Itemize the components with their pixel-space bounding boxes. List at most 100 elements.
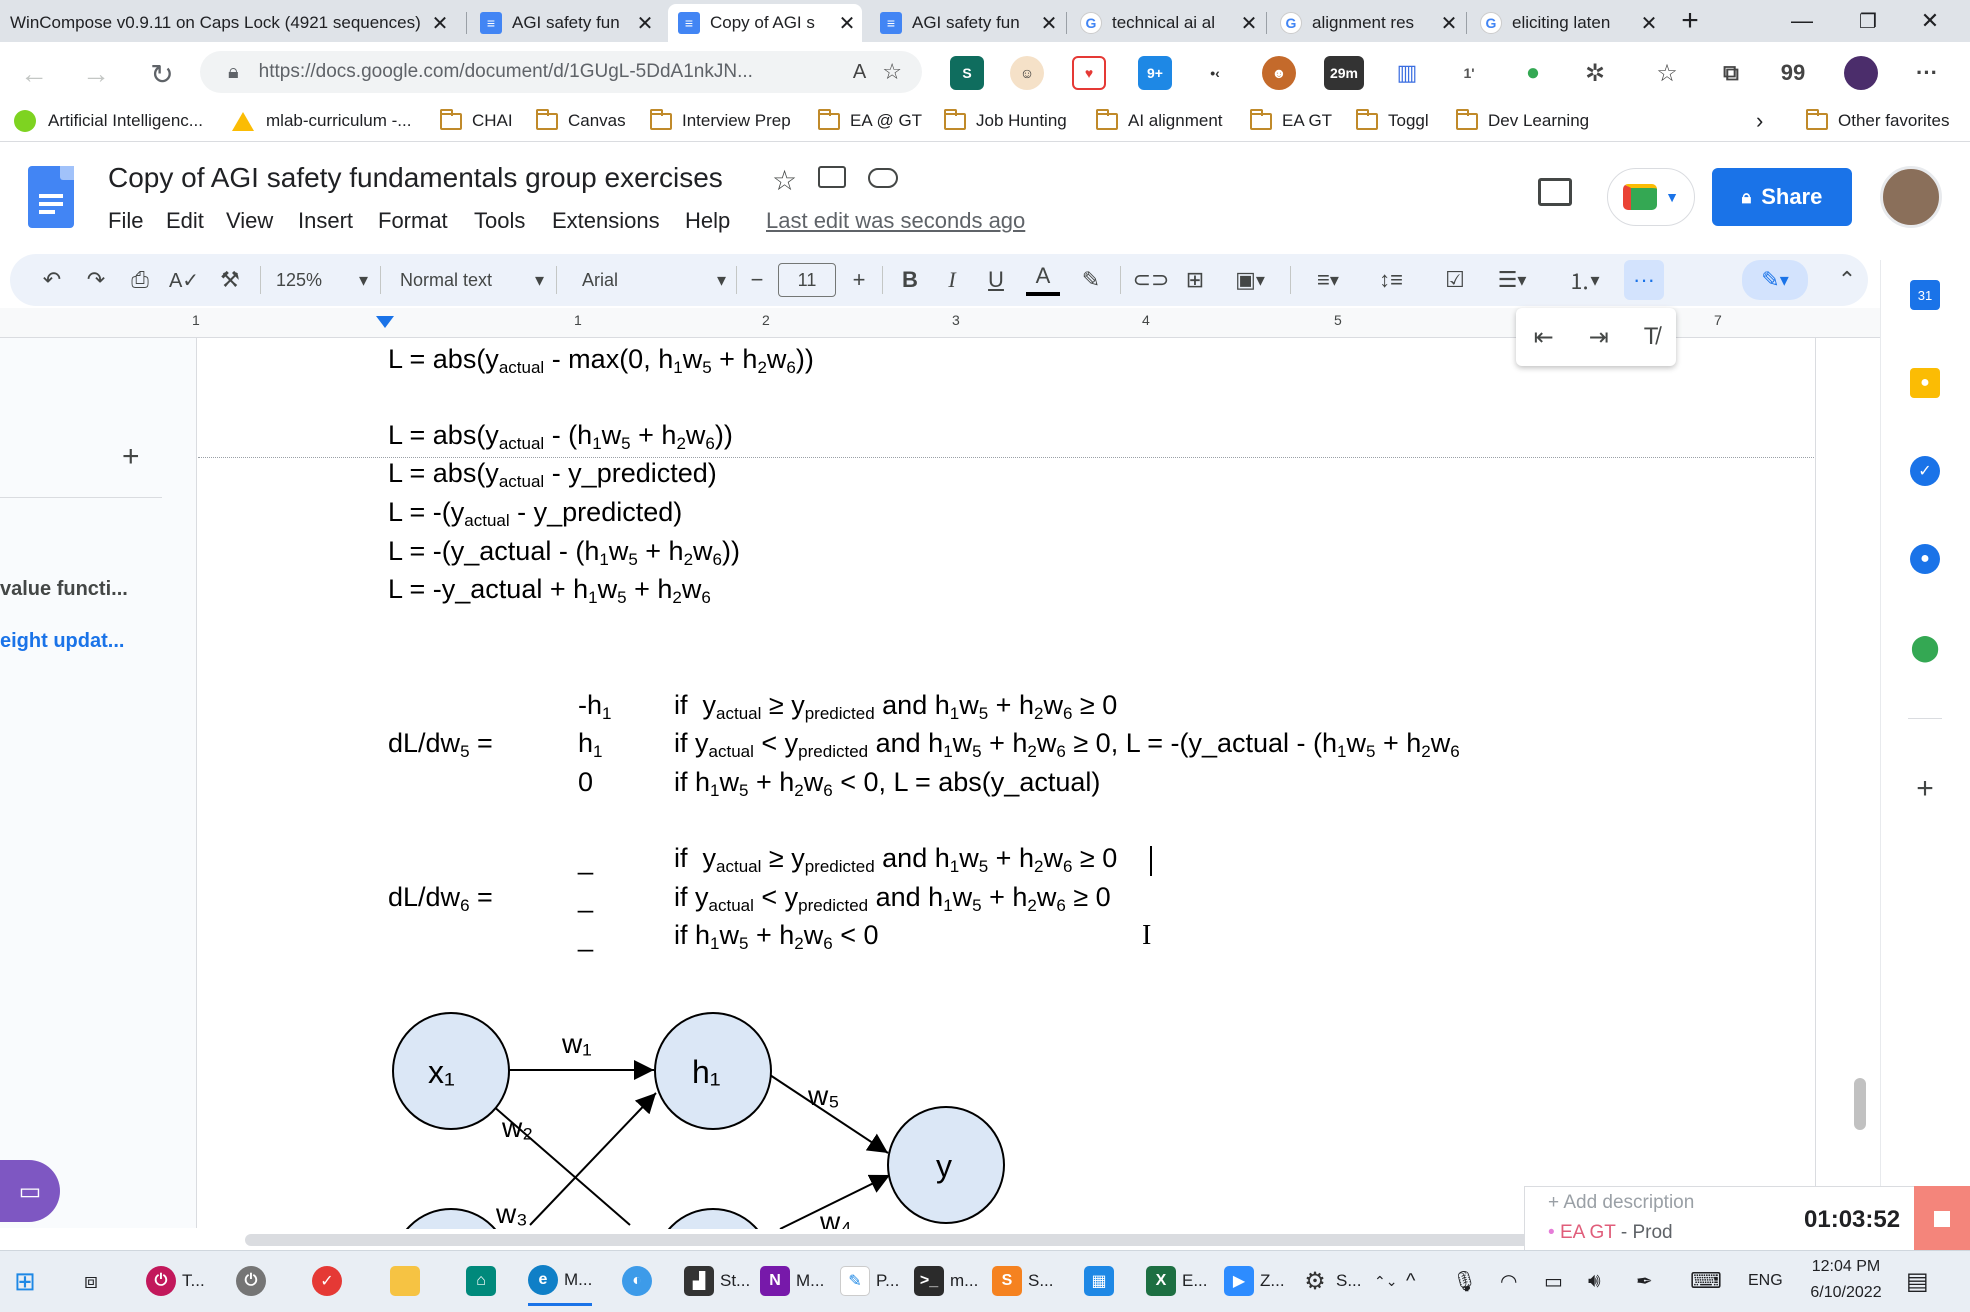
taskbar-app-firefox[interactable]: ◐ [622, 1256, 658, 1306]
bookmark-ai-alignment[interactable]: AI alignment [1096, 106, 1223, 136]
quote-icon[interactable]: 99 [1776, 56, 1810, 90]
show-hidden-icons-icon[interactable]: ^ [1406, 1256, 1415, 1306]
font-size-input[interactable]: 11 [778, 263, 836, 297]
bookmark-interview-prep[interactable]: Interview Prep [650, 106, 791, 136]
pocket-icon[interactable]: ♥ [1072, 56, 1106, 90]
extension-bars-icon[interactable]: ▥ [1390, 56, 1424, 90]
favorites-icon[interactable]: ☆ [1650, 56, 1684, 90]
add-description-link[interactable]: + Add description [1548, 1192, 1694, 1214]
clock-date[interactable]: 6/10/2022 [1796, 1284, 1896, 1302]
stop-timer-button[interactable] [1914, 1186, 1970, 1252]
get-addons-icon[interactable]: + [1910, 772, 1940, 805]
menu-view[interactable]: View [226, 208, 273, 234]
restore-button[interactable]: ❐ [1838, 0, 1898, 42]
taskbar-app-zoom[interactable]: ▶ Z... [1224, 1256, 1285, 1306]
extension-number-icon[interactable]: 1' [1452, 56, 1486, 90]
insert-image-icon[interactable]: ▣ ▾ [1222, 260, 1278, 300]
italic-button[interactable]: I [936, 260, 968, 300]
extension-notif-icon[interactable]: 9+ [1138, 56, 1172, 90]
tasks-icon[interactable]: ✓ [1910, 456, 1940, 486]
close-icon[interactable]: ✕ [630, 11, 660, 36]
taskbar-app-toggl[interactable]: ⏻ T... [146, 1256, 205, 1306]
forward-icon[interactable]: → [78, 56, 114, 92]
menu-tools[interactable]: Tools [474, 208, 525, 234]
comments-icon[interactable] [1538, 178, 1572, 206]
taskbar-app-terminal[interactable]: >_ m... [914, 1256, 978, 1306]
taskbar-app-explorer[interactable] [390, 1256, 426, 1306]
taskbar-app-excel[interactable]: X E... [1146, 1256, 1208, 1306]
language-indicator[interactable]: ENG [1748, 1256, 1783, 1306]
insert-link-icon[interactable]: ⊂⊃ [1133, 260, 1170, 300]
volume-icon[interactable]: 🔊︎ [1588, 1256, 1601, 1306]
bookmark-dev-learning[interactable]: Dev Learning [1456, 106, 1589, 136]
close-icon[interactable]: ✕ [1234, 11, 1264, 36]
align-icon[interactable]: ≡ ▾ [1302, 260, 1354, 300]
underline-button[interactable]: U [980, 260, 1012, 300]
menu-edit[interactable]: Edit [166, 208, 204, 234]
last-edit-link[interactable]: Last edit was seconds ago [766, 208, 1025, 234]
more-menu-icon[interactable]: ··· [1910, 56, 1944, 90]
document-title[interactable]: Copy of AGI safety fundamentals group ex… [108, 162, 723, 194]
microphone-icon[interactable]: 🎙︎ [1452, 1256, 1477, 1306]
taskbar-app-settings[interactable]: ⚙ S... [1300, 1256, 1362, 1306]
profile-avatar[interactable] [1844, 56, 1878, 90]
extension-leaf-icon[interactable]: ● [1516, 56, 1550, 90]
highlight-color-icon[interactable]: ✎ [1074, 260, 1108, 300]
meet-button[interactable]: ▼ [1607, 168, 1695, 226]
menu-file[interactable]: File [108, 208, 143, 234]
add-comment-icon[interactable]: ⊞ [1178, 260, 1212, 300]
add-summary-icon[interactable]: + [122, 440, 140, 474]
indent-marker[interactable] [376, 316, 394, 328]
paint-format-icon[interactable]: ⚒ [212, 260, 248, 300]
maps-icon[interactable]: ⬤ [1910, 632, 1940, 662]
read-aloud-icon[interactable]: A [853, 61, 866, 84]
checklist-icon[interactable]: ☑ [1438, 260, 1472, 300]
taskbar-app-edge[interactable]: e M... [528, 1256, 593, 1306]
vertical-scrollbar[interactable] [1854, 1078, 1866, 1130]
bookmark-mlab[interactable]: mlab-curriculum -... [232, 106, 411, 136]
keep-icon[interactable]: ● [1910, 368, 1940, 398]
calendar-icon[interactable]: 31 [1910, 280, 1940, 310]
close-icon[interactable]: ✕ [1034, 11, 1064, 36]
text-color-button[interactable]: A [1026, 260, 1060, 296]
wifi-icon[interactable]: ◠ [1500, 1256, 1517, 1306]
keyboard-icon[interactable]: ⌨ [1690, 1256, 1722, 1306]
contacts-icon[interactable]: ● [1910, 544, 1940, 574]
task-view-icon[interactable]: ⧈ [84, 1256, 114, 1306]
menu-insert[interactable]: Insert [298, 208, 353, 234]
menu-format[interactable]: Format [378, 208, 448, 234]
menu-extensions[interactable]: Extensions [552, 208, 660, 234]
extension-s-icon[interactable]: S [950, 56, 984, 90]
tab-agi-safety-1[interactable]: ≡ AGI safety fun ✕ [470, 4, 660, 42]
clear-formatting-icon[interactable]: T̸ [1644, 323, 1659, 351]
extension-timer-icon[interactable]: 29m [1324, 56, 1364, 90]
docs-logo-icon[interactable] [28, 166, 74, 228]
neural-network-diagram[interactable]: x₁ h₁ y w₁ w₂ w₃ w₅ w₄ [380, 1005, 1020, 1229]
increase-indent-icon[interactable]: ⇥ [1589, 323, 1609, 352]
numbered-list-icon[interactable]: ⒈ ▾ [1556, 260, 1612, 300]
decrease-indent-icon[interactable]: ⇤ [1534, 323, 1554, 352]
notifications-icon[interactable]: ▤ [1906, 1256, 1929, 1306]
chevron-right-icon[interactable]: › [1756, 106, 1763, 136]
editing-mode-icon[interactable]: ✎ ▾ [1742, 260, 1808, 300]
tab-copy-of-agi[interactable]: ≡ Copy of AGI s ✕ [668, 4, 862, 42]
bookmark-ea-at-gt[interactable]: EA @ GT [818, 106, 922, 136]
bookmark-ai[interactable]: Artificial Intelligenc... [14, 106, 203, 136]
clock-time[interactable]: 12:04 PM [1796, 1258, 1896, 1276]
user-avatar[interactable] [1880, 166, 1942, 228]
undo-icon[interactable]: ↶ [34, 260, 70, 300]
bookmark-chai[interactable]: CHAI [440, 106, 513, 136]
close-icon[interactable]: ✕ [425, 11, 455, 36]
bookmark-ea-gt[interactable]: EA GT [1250, 106, 1332, 136]
start-menu-icon[interactable]: ⊞ [14, 1256, 44, 1306]
extension-face-icon[interactable]: ☺ [1010, 56, 1044, 90]
taskbar-app-stickies[interactable]: ▟ St... [684, 1256, 750, 1306]
extension-monkey-icon[interactable]: ☻ [1262, 56, 1296, 90]
back-icon[interactable]: ← [16, 56, 52, 92]
spellcheck-icon[interactable]: A✓ [166, 260, 202, 300]
taskbar-scroll-icon[interactable]: ⌃⌄ [1374, 1256, 1397, 1306]
bookmark-other-favorites[interactable]: Other favorites [1806, 106, 1950, 136]
battery-icon[interactable]: ▭ [1544, 1256, 1563, 1306]
decrease-font-size-button[interactable]: − [742, 260, 772, 300]
taskbar-app-paint[interactable]: ✎ P... [840, 1256, 899, 1306]
